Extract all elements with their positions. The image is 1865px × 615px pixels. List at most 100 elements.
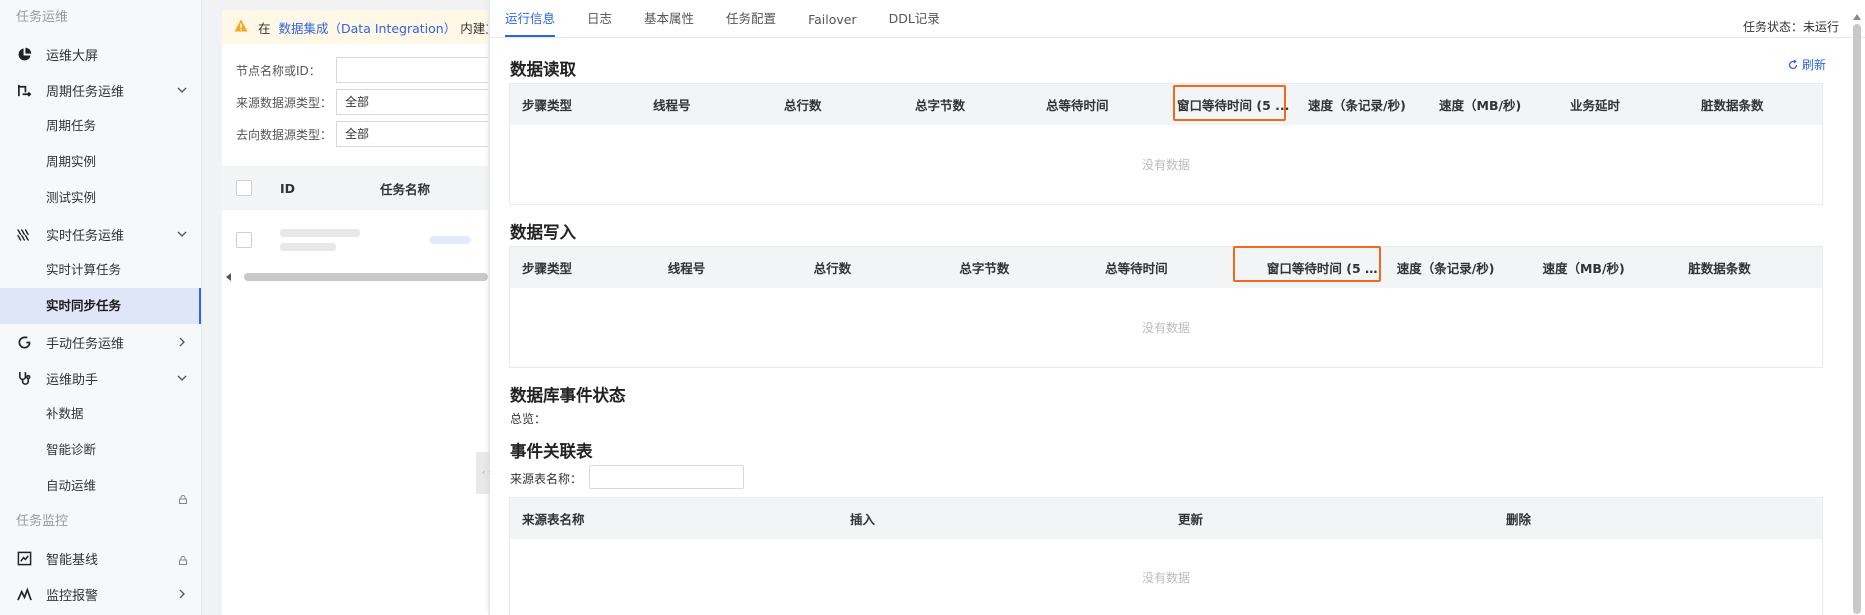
- notice-suffix: 内建立的: [460, 20, 488, 36]
- vertical-scrollbar[interactable]: [1853, 14, 1861, 614]
- target-type-select[interactable]: 全部: [336, 121, 488, 147]
- src-table-input[interactable]: [589, 465, 744, 489]
- col-delete: 删除: [1506, 512, 1532, 527]
- sidebar-sub-cycle-instance[interactable]: 周期实例: [0, 144, 201, 180]
- overview-label: 总览：: [510, 412, 547, 426]
- tab-failover[interactable]: Failover: [808, 12, 857, 37]
- redacted-task-name[interactable]: [430, 236, 470, 244]
- warning-icon: [234, 19, 248, 35]
- notice-banner: 在 数据集成（Data Integration） 内建立的: [222, 10, 488, 44]
- col-speed-mb: 速度（MB/秒): [1439, 98, 1522, 113]
- sidebar-sub-test-instance[interactable]: 测试实例: [0, 180, 201, 216]
- col-total-wait: 总等待时间: [1105, 261, 1168, 276]
- col-total-rows: 总行数: [813, 261, 852, 276]
- wave-icon: [16, 226, 32, 242]
- sidebar-item-monitor-alarm[interactable]: 监控报警: [0, 576, 201, 612]
- data-write-header: 步骤类型 线程号 总行数 总字节数 总等待时间 窗口等待时间 (5 min) 速…: [510, 246, 1822, 288]
- chevron-down-icon[interactable]: [177, 85, 187, 95]
- col-insert: 插入: [850, 512, 876, 527]
- tab-run-info[interactable]: 运行信息: [505, 8, 556, 37]
- stethoscope-icon: [16, 370, 32, 386]
- lock-icon: [179, 482, 187, 504]
- sidebar-group-ops: 任务运维: [16, 10, 69, 25]
- data-read-empty: 没有数据: [1141, 158, 1190, 172]
- source-type-select[interactable]: 全部: [336, 89, 488, 115]
- task-list-panel: 在 数据集成（Data Integration） 内建立的 节点名称或ID： 来…: [222, 10, 488, 615]
- horizontal-scrollbar[interactable]: [226, 272, 488, 282]
- col-total-bytes: 总字节数: [959, 261, 1010, 276]
- col-total-rows: 总行数: [784, 98, 822, 113]
- col-step-type: 步骤类型: [522, 98, 573, 113]
- sidebar-sub-backfill[interactable]: 补数据: [0, 396, 201, 432]
- col-update: 更新: [1178, 512, 1204, 527]
- tab-ddl-record[interactable]: DDL记录: [889, 8, 940, 37]
- highlight-box: [1173, 85, 1286, 121]
- col-speed-records: 速度（条记录/秒): [1396, 261, 1495, 276]
- notice-prefix: 在: [258, 20, 271, 36]
- tab-task-config[interactable]: 任务配置: [726, 8, 776, 37]
- filter-target-type: 去向数据源类型： 全部: [222, 118, 488, 150]
- col-task-name: 任务名称: [380, 181, 431, 197]
- col-dirty-count: 脏数据条数: [1701, 98, 1764, 113]
- refresh-button[interactable]: 刷新: [1788, 56, 1826, 73]
- tab-basic-props[interactable]: 基本属性: [644, 8, 694, 37]
- sidebar-sub-realtime-sync[interactable]: 实时同步任务: [0, 288, 201, 324]
- col-total-bytes: 总字节数: [915, 98, 966, 113]
- sidebar: 任务运维 运维大屏 周期任务运维 周期任务 周期实例 测试实例 实时任务运维 实…: [0, 0, 202, 615]
- sidebar-group-monitor: 任务监控: [16, 514, 69, 529]
- highlight-box: [1233, 246, 1381, 282]
- sidebar-item-realtime-ops[interactable]: 实时任务运维: [0, 216, 201, 252]
- col-speed-records: 速度（条记录/秒): [1308, 98, 1406, 113]
- task-detail-drawer: 运行信息 日志 基本属性 任务配置 Failover DDL记录 任务状态：未运…: [490, 0, 1865, 615]
- sidebar-item-cycle-ops[interactable]: 周期任务运维: [0, 72, 201, 108]
- chevron-down-icon[interactable]: [177, 229, 187, 239]
- col-speed-mb: 速度（MB/秒): [1542, 261, 1625, 276]
- row-checkbox[interactable]: [236, 232, 252, 248]
- chevron-right-icon[interactable]: [177, 337, 187, 347]
- data-read-header: 步骤类型 线程号 总行数 总字节数 总等待时间 窗口等待时间 (5 ... 速度…: [510, 84, 1822, 125]
- baseline-icon: [16, 550, 32, 566]
- redacted-id: [280, 229, 360, 251]
- cycle-icon: [16, 82, 32, 98]
- refresh-icon: [16, 334, 32, 350]
- col-dirty-count: 脏数据条数: [1688, 261, 1751, 276]
- sidebar-sub-smart-diagnosis[interactable]: 智能诊断: [0, 432, 201, 468]
- table-row[interactable]: [222, 210, 488, 270]
- col-biz-delay: 业务延时: [1570, 98, 1621, 113]
- col-total-wait: 总等待时间: [1046, 98, 1109, 113]
- node-name-input[interactable]: [336, 57, 488, 83]
- sidebar-sub-cycle-task[interactable]: 周期任务: [0, 108, 201, 144]
- sidebar-item-ops-screen[interactable]: 运维大屏: [0, 36, 201, 72]
- section-data-write-title: 数据写入: [510, 223, 576, 242]
- pie-chart-icon: [16, 46, 32, 62]
- section-db-event-title: 数据库事件状态: [510, 386, 626, 405]
- task-status: 任务状态：未运行: [1742, 20, 1839, 34]
- lock-icon: [179, 554, 187, 565]
- col-step-type: 步骤类型: [522, 261, 573, 276]
- chevron-down-icon[interactable]: [177, 373, 187, 383]
- data-integration-link[interactable]: 数据集成（Data Integration）: [279, 18, 457, 37]
- chevron-right-icon[interactable]: [177, 589, 187, 599]
- sidebar-sub-auto-ops[interactable]: 自动运维: [0, 468, 201, 504]
- detail-tabs: 运行信息 日志 基本属性 任务配置 Failover DDL记录 任务状态：未运…: [490, 0, 1865, 38]
- col-id: ID: [280, 180, 296, 196]
- data-write-empty: 没有数据: [1141, 321, 1190, 335]
- col-thread-no: 线程号: [667, 261, 706, 276]
- scroll-up-icon[interactable]: [1853, 14, 1861, 20]
- task-table-header: ID 任务名称: [222, 166, 488, 210]
- data-read-table: 步骤类型 线程号 总行数 总字节数 总等待时间 窗口等待时间 (5 ... 速度…: [509, 83, 1823, 205]
- alarm-icon: [16, 586, 32, 602]
- filter-source-type: 来源数据源类型： 全部: [222, 86, 488, 118]
- tab-log[interactable]: 日志: [587, 8, 612, 37]
- sidebar-item-ops-assistant[interactable]: 运维助手: [0, 360, 201, 396]
- sidebar-sub-realtime-compute[interactable]: 实时计算任务: [0, 252, 201, 288]
- relation-table: 来源表名称 插入 更新 删除 没有数据: [509, 497, 1823, 615]
- filter-node-name: 节点名称或ID：: [222, 54, 488, 86]
- sidebar-item-manual-ops[interactable]: 手动任务运维: [0, 324, 201, 360]
- src-table-label: 来源表名称：: [510, 472, 583, 486]
- select-all-checkbox[interactable]: [236, 180, 252, 196]
- sidebar-item-smart-baseline[interactable]: 智能基线: [0, 540, 201, 576]
- relation-empty: 没有数据: [1141, 571, 1190, 585]
- data-write-table: 步骤类型 线程号 总行数 总字节数 总等待时间 窗口等待时间 (5 min) 速…: [509, 246, 1823, 368]
- relation-header: 来源表名称 插入 更新 删除: [510, 498, 1822, 539]
